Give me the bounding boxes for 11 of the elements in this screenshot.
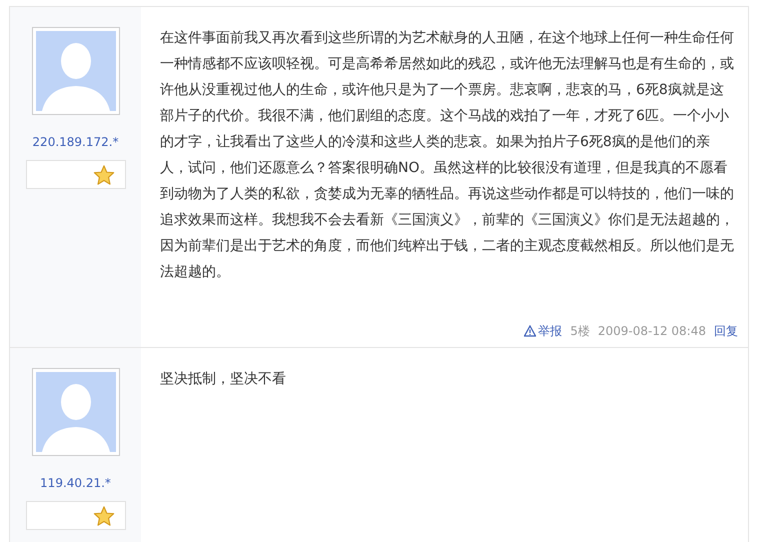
post-content: 坚决抵制，坚决不看 [160, 370, 287, 389]
star-icon [92, 164, 114, 186]
report-link[interactable]: 举报 [524, 323, 562, 339]
post-content: 在这件事面前我又再次看到这些所谓的为艺术献身的人丑陋，在这个地球上任何一种生命任何一种情感都不应该呗轻视。可是高希希居然如此的残忍，或许他无法理解马也是有生命的，或许他从没重视过他人的生命，或许他只是为了一个票房。悲哀啊，悲哀的马，6死8疯就是这部片子的代价。我很不满，他们剧组的态度。这个马战的戏拍了一年，才死了6匹。一个小小的才字，让我看出了这些人的冷漠和这些人类的悲哀。如果为拍片子6死8疯的是他们的亲人，试问，他们还愿意么？答案很明确NO。虽然这样的比较很没有道理，但是我真的不愿看到动物为了人类的私欲，贪婪成为无辜的牺牲品。再说这些动作都是可以特技的，他们一味的追求效果而这样。我想我不会去看新《三国演义》，前辈的《三国演义》你们是无法超越的，因为前辈们是出于艺术的角度，而他们纯粹出于钱，二者的主观态度截然相反。所以他们是无法超越的。 [160, 29, 735, 282]
reply-link[interactable]: 回复 [714, 323, 738, 339]
ip-link[interactable]: 220.189.172.* [32, 134, 119, 150]
post-time: 2009-08-12 08:48 [598, 323, 706, 339]
ip-link[interactable]: 119.40.21.* [40, 475, 111, 491]
warning-icon [524, 325, 536, 337]
star-icon [92, 504, 114, 526]
floor-number: 5楼 [570, 323, 590, 339]
